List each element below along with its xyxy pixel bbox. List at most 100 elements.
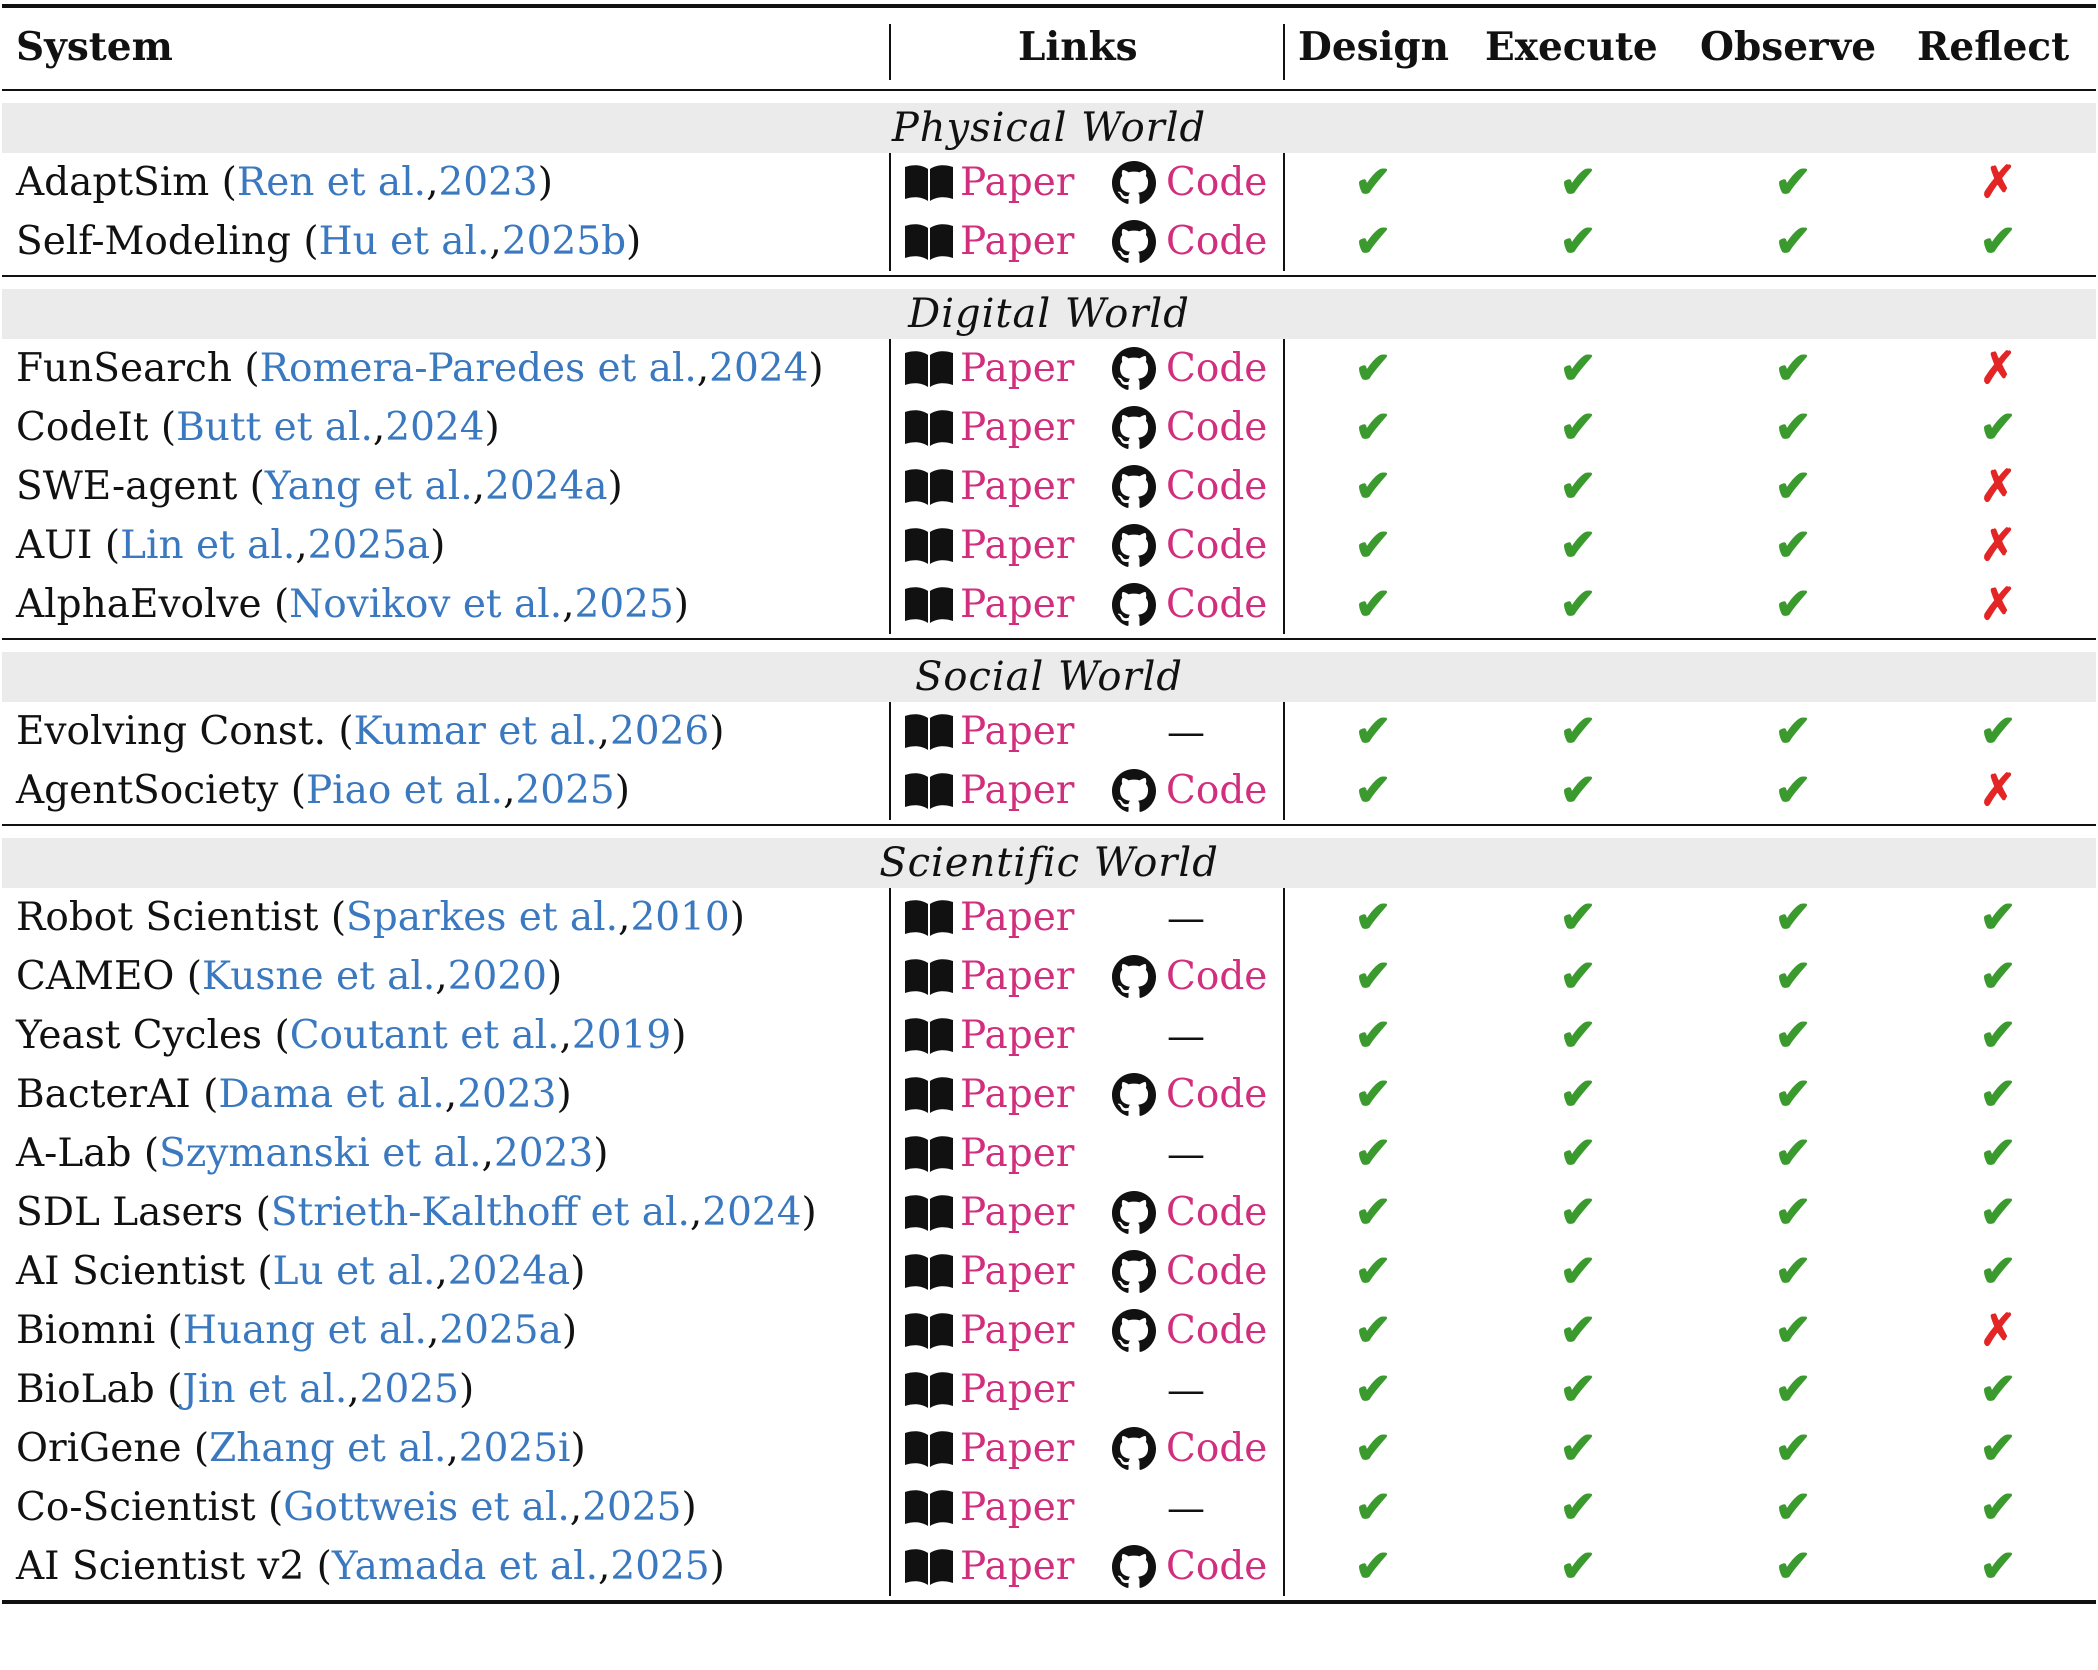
paper-label: Paper (960, 582, 1075, 627)
paper-link[interactable]: Paper (902, 761, 1074, 820)
code-link[interactable]: Code (1112, 1183, 1267, 1242)
citation-year[interactable]: 2025i (459, 1426, 571, 1471)
code-link[interactable]: Code (1112, 339, 1267, 398)
paper-label: Paper (960, 1544, 1075, 1589)
code-link[interactable]: Code (1112, 1419, 1267, 1478)
citation-authors[interactable]: Lin et al. (120, 523, 295, 568)
paper-label: Paper (960, 1190, 1075, 1235)
citation-year[interactable]: 2023 (494, 1131, 593, 1176)
paper-link[interactable]: Paper (902, 398, 1074, 457)
system-name: AdaptSim (16, 160, 210, 205)
citation-year[interactable]: 2025 (575, 582, 674, 627)
header-design: Design (1298, 24, 1450, 70)
citation-authors[interactable]: Novikov et al. (289, 582, 562, 627)
code-link[interactable]: Code (1112, 1537, 1267, 1596)
paper-link[interactable]: Paper (902, 1419, 1074, 1478)
citation-year[interactable]: 2023 (457, 1072, 556, 1117)
citation-year[interactable]: 2024a (485, 464, 608, 509)
citation-year[interactable]: 2023 (438, 160, 537, 205)
citation-authors[interactable]: Gottweis et al. (283, 1485, 570, 1530)
citation-authors[interactable]: Zhang et al. (209, 1426, 446, 1471)
paper-link[interactable]: Paper (902, 339, 1074, 398)
paper-link[interactable]: Paper (902, 1006, 1074, 1065)
citation-year[interactable]: 2020 (448, 954, 547, 999)
paper-link[interactable]: Paper (902, 888, 1074, 947)
paper-label: Paper (960, 1426, 1075, 1471)
paper-link[interactable]: Paper (902, 702, 1074, 761)
paper-link[interactable]: Paper (902, 1065, 1074, 1124)
code-link[interactable]: Code (1112, 761, 1267, 820)
citation-year[interactable]: 2010 (630, 895, 729, 940)
code-link[interactable]: Code (1112, 1301, 1267, 1360)
code-link[interactable]: Code (1112, 212, 1267, 271)
code-link[interactable]: Code (1112, 398, 1267, 457)
citation-year[interactable]: 2026 (610, 709, 709, 754)
github-icon (1112, 1249, 1156, 1293)
paper-link[interactable]: Paper (902, 947, 1074, 1006)
paper-link[interactable]: Paper (902, 1537, 1074, 1596)
citation-year[interactable]: 2025a (439, 1308, 562, 1353)
code-link[interactable]: Code (1112, 1242, 1267, 1301)
code-link[interactable]: Code (1112, 457, 1267, 516)
citation-year[interactable]: 2025 (515, 768, 614, 813)
paper-link[interactable]: Paper (902, 1242, 1074, 1301)
citation-authors[interactable]: Lu et al. (273, 1249, 436, 1294)
citation-year[interactable]: 2025 (360, 1367, 459, 1412)
code-link[interactable]: Code (1112, 1065, 1267, 1124)
citation-authors[interactable]: Romera-Paredes et al. (260, 346, 697, 391)
code-label: Code (1166, 768, 1268, 813)
citation-authors[interactable]: Ren et al. (237, 160, 426, 205)
citation-authors[interactable]: Yamada et al. (332, 1544, 598, 1589)
citation-year[interactable]: 2024 (385, 405, 484, 450)
code-link[interactable]: Code (1112, 947, 1267, 1006)
citation-authors[interactable]: Jin et al. (182, 1367, 347, 1412)
citation-year[interactable]: 2024a (448, 1249, 571, 1294)
citation-year[interactable]: 2024 (709, 346, 808, 391)
citation-authors[interactable]: Kusne et al. (202, 954, 435, 999)
citation-authors[interactable]: Hu et al. (319, 219, 490, 264)
reflect-cross-icon: ✗ (1979, 157, 2017, 208)
paper-link[interactable]: Paper (902, 1301, 1074, 1360)
citation-authors[interactable]: Huang et al. (183, 1308, 427, 1353)
citation-year[interactable]: 2025 (582, 1485, 681, 1530)
citation-year[interactable]: 2024 (702, 1190, 801, 1235)
citation-authors[interactable]: Piao et al. (306, 768, 503, 813)
citation-authors[interactable]: Coutant et al. (290, 1013, 560, 1058)
code-link[interactable]: Code (1112, 153, 1267, 212)
header-reflect: Reflect (1917, 24, 2070, 70)
execute-check-icon: ✔ (1559, 1541, 1597, 1592)
citation-authors[interactable]: Kumar et al. (354, 709, 598, 754)
bottom-rule (2, 1600, 2096, 1604)
no-code-dash: — (1167, 1131, 1205, 1176)
links-divider-right (1283, 888, 1285, 1596)
paper-label: Paper (960, 464, 1075, 509)
citation-year[interactable]: 2019 (572, 1013, 671, 1058)
code-link[interactable]: Code (1112, 516, 1267, 575)
code-link[interactable]: Code (1112, 575, 1267, 634)
citation-authors[interactable]: Butt et al. (176, 405, 373, 450)
paper-link[interactable]: Paper (902, 1124, 1074, 1183)
paper-link[interactable]: Paper (902, 457, 1074, 516)
github-icon (1112, 954, 1156, 998)
system-cell: Robot Scientist (Sparkes et al., 2010) (16, 895, 745, 940)
citation-authors[interactable]: Dama et al. (218, 1072, 444, 1117)
citation-year[interactable]: 2025 (610, 1544, 709, 1589)
citation-authors[interactable]: Sparkes et al. (346, 895, 618, 940)
design-check-icon: ✔ (1354, 343, 1392, 394)
paper-link[interactable]: Paper (902, 153, 1074, 212)
paper-link[interactable]: Paper (902, 1360, 1074, 1419)
execute-check-icon: ✔ (1559, 157, 1597, 208)
paper-link[interactable]: Paper (902, 575, 1074, 634)
observe-check-icon: ✔ (1774, 1187, 1812, 1238)
citation-authors[interactable]: Strieth-Kalthoff et al. (271, 1190, 690, 1235)
citation-year[interactable]: 2025b (502, 219, 626, 264)
citation-authors[interactable]: Yang et al. (265, 464, 473, 509)
paper-link[interactable]: Paper (902, 1183, 1074, 1242)
links-divider-right (1283, 153, 1285, 271)
paper-link[interactable]: Paper (902, 1478, 1074, 1537)
citation-year[interactable]: 2025a (308, 523, 431, 568)
paper-link[interactable]: Paper (902, 516, 1074, 575)
citation-authors[interactable]: Szymanski et al. (159, 1131, 481, 1176)
section-rule (2, 824, 2096, 826)
paper-link[interactable]: Paper (902, 212, 1074, 271)
